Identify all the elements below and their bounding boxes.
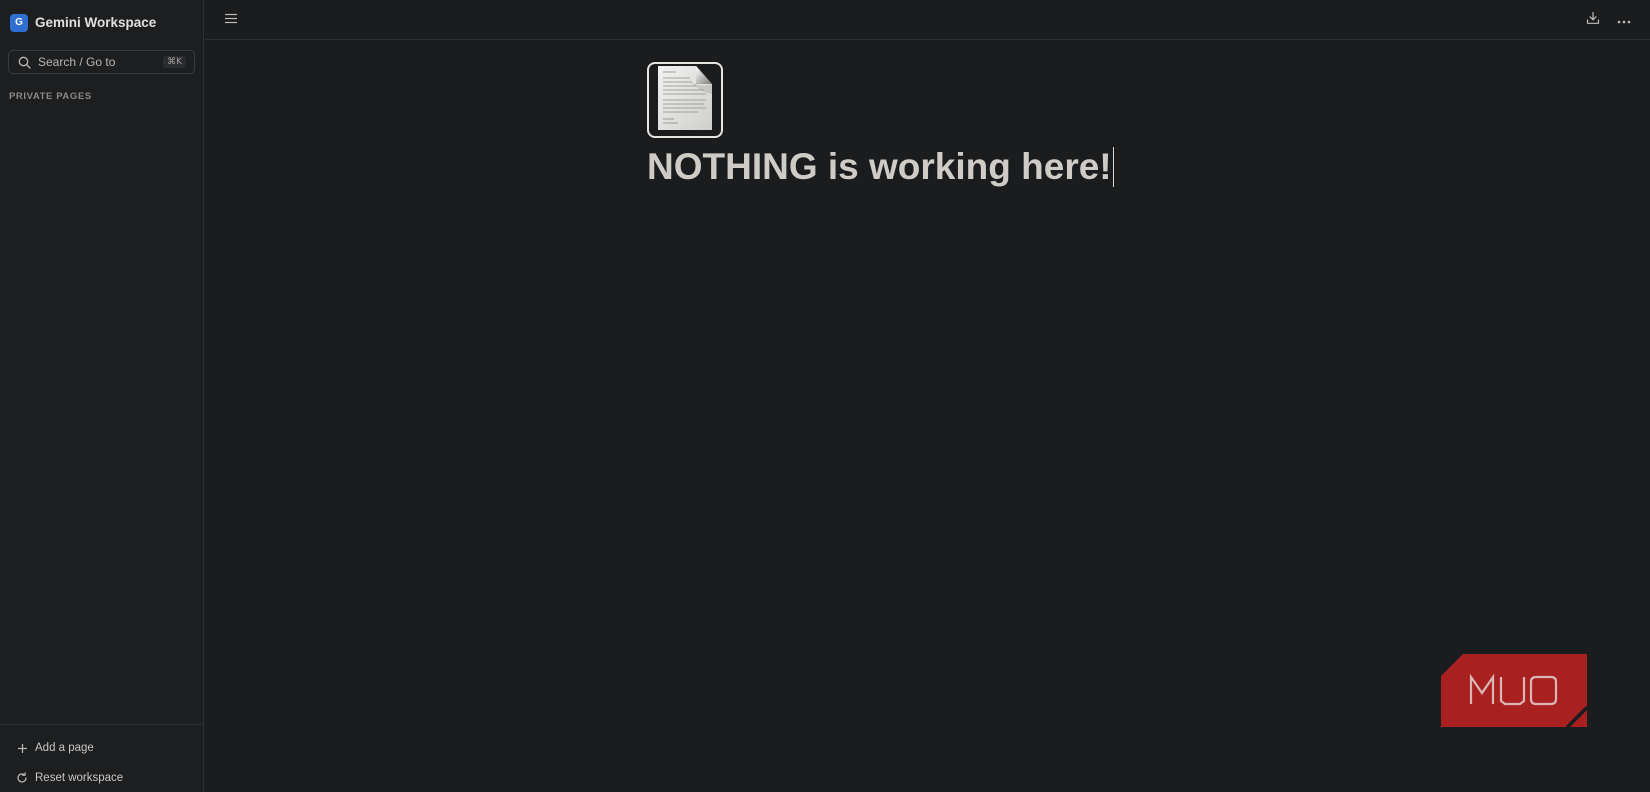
sidebar-footer: Add a page Reset workspace	[0, 724, 204, 792]
muo-watermark-logo	[1441, 654, 1589, 729]
search-placeholder: Search / Go to	[38, 55, 116, 69]
top-bar	[205, 0, 1650, 40]
reset-workspace-button[interactable]: Reset workspace	[16, 768, 123, 788]
text-cursor	[1112, 147, 1114, 187]
app-window: G Gemini Workspace Search / Go to ⌘K PRI…	[0, 0, 1650, 792]
private-pages-heading: PRIVATE PAGES	[9, 91, 92, 102]
page-title[interactable]: NOTHING is working here!	[647, 146, 1114, 188]
plus-icon	[16, 742, 28, 754]
toggle-sidebar-button[interactable]	[221, 10, 241, 30]
search-input[interactable]: Search / Go to ⌘K	[8, 50, 195, 74]
search-icon	[17, 55, 31, 69]
reset-workspace-label: Reset workspace	[35, 772, 124, 784]
search-shortcut-badge: ⌘K	[163, 56, 186, 68]
download-button[interactable]	[1583, 10, 1603, 30]
page-icon[interactable]	[647, 62, 723, 138]
document-icon	[656, 64, 714, 137]
add-page-label: Add a page	[35, 742, 94, 754]
download-icon	[1586, 11, 1600, 30]
more-options-button[interactable]	[1614, 10, 1634, 30]
more-icon	[1617, 11, 1631, 29]
sidebar: G Gemini Workspace Search / Go to ⌘K PRI…	[0, 0, 204, 792]
add-page-button[interactable]: Add a page	[16, 738, 94, 758]
workspace-name: Gemini Workspace	[35, 15, 157, 30]
workspace-switcher[interactable]: G Gemini Workspace	[10, 13, 156, 32]
menu-icon	[224, 11, 238, 29]
refresh-icon	[16, 772, 28, 784]
workspace-avatar: G	[10, 13, 28, 32]
page-title-text: NOTHING is working here!	[647, 146, 1112, 187]
